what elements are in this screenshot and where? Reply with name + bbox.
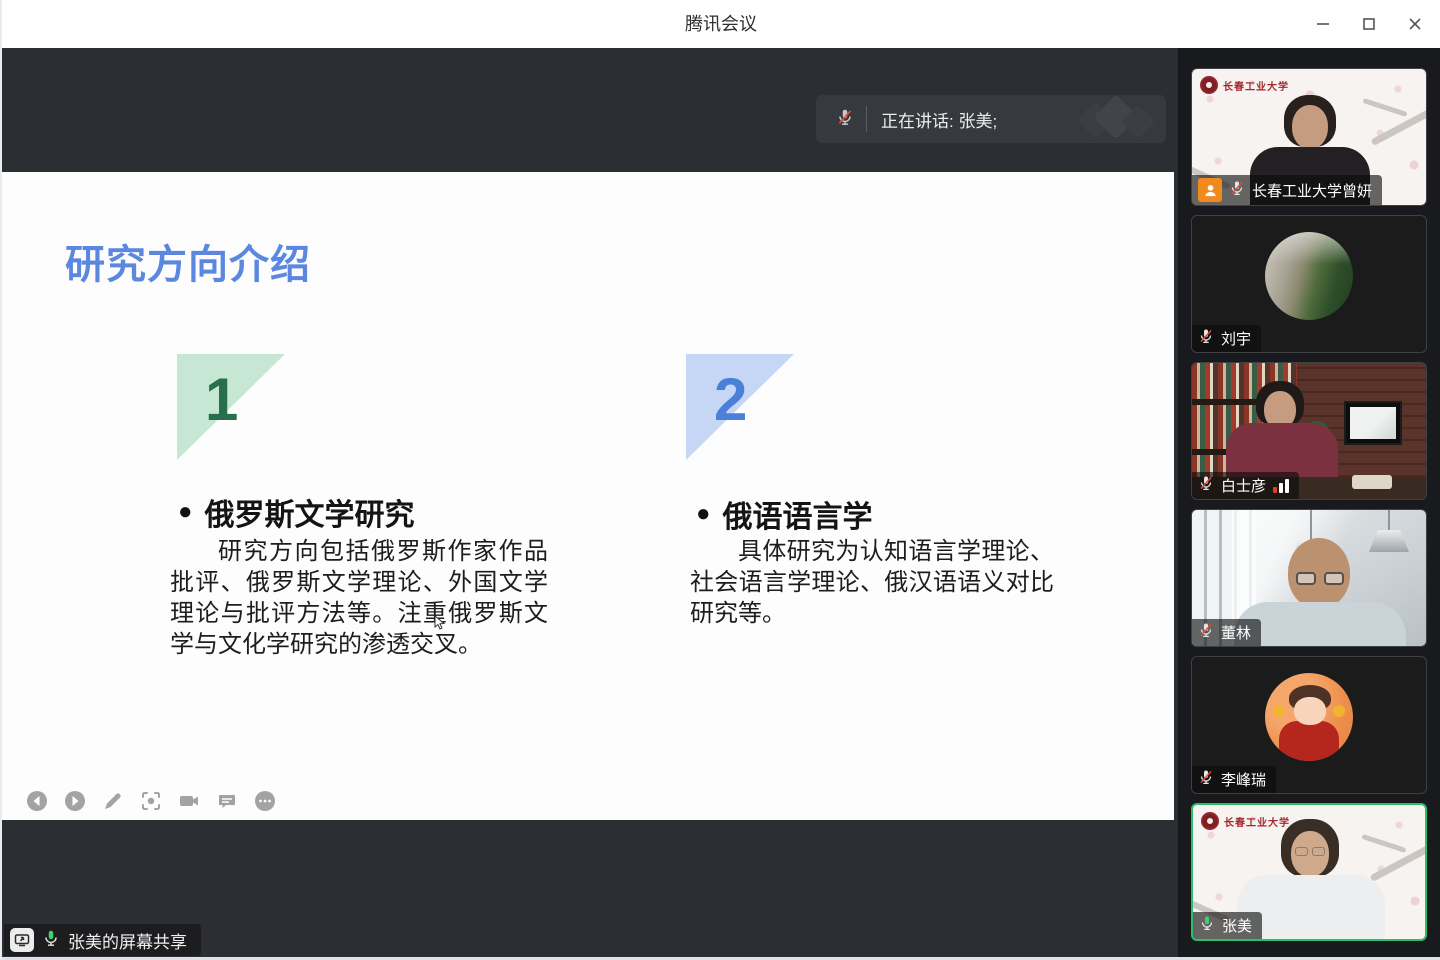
participant-name: 张美 (1222, 915, 1252, 936)
university-logo: 长春工业大学 (1201, 812, 1290, 830)
camera-icon[interactable] (178, 790, 200, 812)
divider (866, 106, 867, 132)
avatar (1265, 673, 1353, 761)
screen-share-icon (10, 928, 34, 952)
mic-muted-icon (1229, 180, 1245, 201)
screen-share-label: 张美的屏幕共享 (68, 928, 187, 953)
pen-icon[interactable] (102, 790, 124, 812)
participant-name: 董林 (1221, 622, 1251, 643)
section-2-number: 2 (714, 370, 747, 430)
bullet-icon: ● (696, 500, 711, 528)
participant-tile-donglin[interactable]: 董林 (1191, 509, 1427, 647)
participant-namebar: 张美 (1193, 912, 1262, 939)
slideshow-toolbar (26, 790, 276, 812)
mic-muted-icon (836, 108, 854, 131)
university-seal-icon (1201, 812, 1219, 830)
network-signal-icon (1273, 479, 1289, 493)
focus-icon[interactable] (140, 790, 162, 812)
participant-tile-liuyu[interactable]: 刘宇 (1191, 215, 1427, 353)
participant-tile-zengyan[interactable]: 长春工业大学 长春工业大学曾妍 (1191, 68, 1427, 206)
university-logo: 长春工业大学 (1200, 76, 1289, 94)
avatar (1265, 232, 1353, 320)
bullet-icon: ● (178, 498, 193, 526)
participant-namebar: 李峰瑞 (1192, 766, 1276, 793)
section-2-heading: ● 俄语语言学 (696, 492, 873, 536)
participant-tile-baishiyan[interactable]: 白士彦 (1191, 362, 1427, 500)
university-seal-icon (1200, 76, 1218, 94)
mic-muted-icon (1198, 475, 1214, 496)
minimize-button[interactable] (1300, 0, 1346, 48)
section-2-body: 具体研究为认知语言学理论、社会语言学理论、俄汉语语义对比研究等。 (690, 536, 1054, 629)
previous-slide-icon[interactable] (26, 790, 48, 812)
mouse-cursor (434, 615, 446, 636)
next-slide-icon[interactable] (64, 790, 86, 812)
slide-title: 研究方向介绍 (65, 232, 311, 290)
participants-sidebar: 长春工业大学 长春工业大学曾妍 刘宇 (1178, 48, 1440, 960)
speaking-status-text: 正在讲话: 张美; (881, 107, 1080, 132)
window-title: 腾讯会议 (2, 0, 1440, 48)
participant-name: 白士彦 (1221, 475, 1266, 496)
member-badge-icon (1198, 178, 1222, 202)
participant-name: 长春工业大学曾妍 (1252, 180, 1372, 201)
participant-namebar: 刘宇 (1192, 325, 1261, 352)
shared-screen-stage: 正在讲话: 张美; 研究方向介绍 1 ● 俄罗斯文学研究 研究方向包括俄罗斯作家… (2, 48, 1180, 960)
titlebar: 腾讯会议 (2, 0, 1440, 48)
participant-namebar: 长春工业大学曾妍 (1192, 175, 1382, 205)
speaking-indicator-panel: 正在讲话: 张美; (816, 95, 1166, 143)
participant-name: 李峰瑞 (1221, 769, 1266, 790)
participant-tile-lifengrui[interactable]: 李峰瑞 (1191, 656, 1427, 794)
comment-icon[interactable] (216, 790, 238, 812)
mic-muted-icon (1198, 622, 1214, 643)
participant-namebar: 白士彦 (1192, 472, 1299, 499)
tencent-meeting-logo-watermark (1080, 97, 1156, 141)
participant-tile-zhangmei-speaking[interactable]: 长春工业大学 张美 (1191, 803, 1427, 941)
mic-active-icon (1199, 915, 1215, 936)
maximize-button[interactable] (1346, 0, 1392, 48)
mic-muted-icon (1198, 328, 1214, 349)
participant-namebar: 董林 (1192, 619, 1261, 646)
participant-name: 刘宇 (1221, 328, 1251, 349)
screen-share-banner: 张美的屏幕共享 (4, 924, 201, 956)
more-icon[interactable] (254, 790, 276, 812)
tencent-meeting-window: 腾讯会议 正在讲话: 张美; (0, 0, 1440, 960)
section-1-body: 研究方向包括俄罗斯作家作品批评、俄罗斯文学理论、外国文学理论与批评方法等。注重俄… (170, 536, 548, 660)
presentation-slide: 研究方向介绍 1 ● 俄罗斯文学研究 研究方向包括俄罗斯作家作品批评、俄罗斯文学… (2, 172, 1174, 820)
close-button[interactable] (1392, 0, 1438, 48)
mic-active-icon (42, 929, 60, 952)
section-1-heading: ● 俄罗斯文学研究 (178, 490, 415, 534)
section-1-number: 1 (205, 370, 238, 430)
mic-muted-icon (1198, 769, 1214, 790)
